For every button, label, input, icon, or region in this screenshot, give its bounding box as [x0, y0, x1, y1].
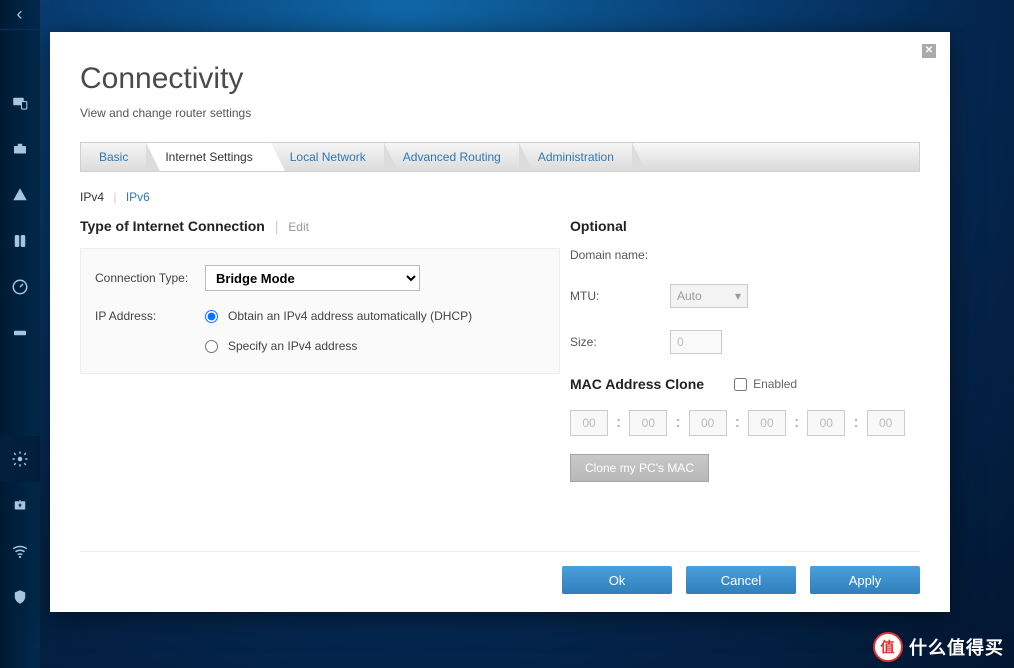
optional-heading: Optional: [570, 218, 920, 234]
tab-local-network[interactable]: Local Network: [272, 143, 385, 171]
mac-octet-4: [748, 410, 786, 436]
ip-address-label: IP Address:: [95, 309, 205, 323]
radio-static[interactable]: Specify an IPv4 address: [205, 339, 545, 353]
watermark: 值什么值得买: [873, 632, 1004, 662]
clone-mac-button: Clone my PC's MAC: [570, 454, 709, 482]
usb-icon[interactable]: [0, 310, 40, 356]
tabs: Basic Internet Settings Local Network Ad…: [80, 142, 920, 172]
mac-octet-3: [689, 410, 727, 436]
connectivity-modal: ✕ Connectivity View and change router se…: [50, 32, 950, 612]
tab-administration[interactable]: Administration: [520, 143, 633, 171]
connection-type-section: Type of Internet Connection | Edit Conne…: [80, 218, 560, 541]
speed-icon[interactable]: [0, 264, 40, 310]
devices-icon[interactable]: [0, 80, 40, 126]
close-icon[interactable]: ✕: [922, 44, 936, 58]
media-icon[interactable]: [0, 218, 40, 264]
cancel-button[interactable]: Cancel: [686, 566, 796, 594]
mtu-select: Auto▾: [670, 284, 748, 308]
back-button[interactable]: ‹: [0, 0, 39, 30]
radio-static-input[interactable]: [205, 340, 218, 353]
guest-icon[interactable]: [0, 126, 40, 172]
mac-enabled-input[interactable]: [734, 378, 747, 391]
mac-address-fields: : : : : :: [570, 410, 920, 436]
size-label: Size:: [570, 335, 670, 349]
mac-octet-5: [807, 410, 845, 436]
tab-internet-settings[interactable]: Internet Settings: [147, 143, 271, 171]
wireless-icon[interactable]: [0, 528, 40, 574]
troubleshoot-icon[interactable]: [0, 482, 40, 528]
section-heading: Type of Internet Connection: [80, 218, 265, 234]
ok-button[interactable]: Ok: [562, 566, 672, 594]
subtab-ipv4[interactable]: IPv4: [80, 190, 104, 204]
domain-name-label: Domain name:: [570, 248, 670, 262]
page-title: Connectivity: [80, 62, 920, 96]
mac-octet-2: [629, 410, 667, 436]
mac-octet-1: [570, 410, 608, 436]
radio-dhcp[interactable]: Obtain an IPv4 address automatically (DH…: [205, 309, 545, 323]
subtab-ipv6[interactable]: IPv6: [126, 190, 150, 204]
parental-icon[interactable]: [0, 172, 40, 218]
tab-basic[interactable]: Basic: [81, 143, 147, 171]
page-subtitle: View and change router settings: [80, 106, 920, 120]
ip-version-subtabs: IPv4 | IPv6: [80, 190, 920, 204]
tab-advanced-routing[interactable]: Advanced Routing: [385, 143, 520, 171]
mtu-label: MTU:: [570, 289, 670, 303]
size-input: [670, 330, 722, 354]
settings-icon[interactable]: [0, 436, 40, 482]
modal-footer: Ok Cancel Apply: [80, 551, 920, 594]
mac-octet-6: [867, 410, 905, 436]
optional-section: Optional Domain name: MTU: Auto▾ Size: M…: [560, 218, 920, 541]
connection-type-select[interactable]: Bridge Mode: [205, 265, 420, 291]
sidebar: ‹: [0, 0, 40, 668]
connection-type-label: Connection Type:: [95, 271, 205, 285]
apply-button[interactable]: Apply: [810, 566, 920, 594]
mac-enabled-checkbox[interactable]: Enabled: [734, 377, 797, 391]
mac-clone-heading: MAC Address Clone: [570, 376, 704, 392]
modal-area: ✕ Connectivity View and change router se…: [40, 0, 1014, 668]
edit-link[interactable]: Edit: [288, 220, 309, 234]
radio-dhcp-input[interactable]: [205, 310, 218, 323]
security-icon[interactable]: [0, 574, 40, 620]
